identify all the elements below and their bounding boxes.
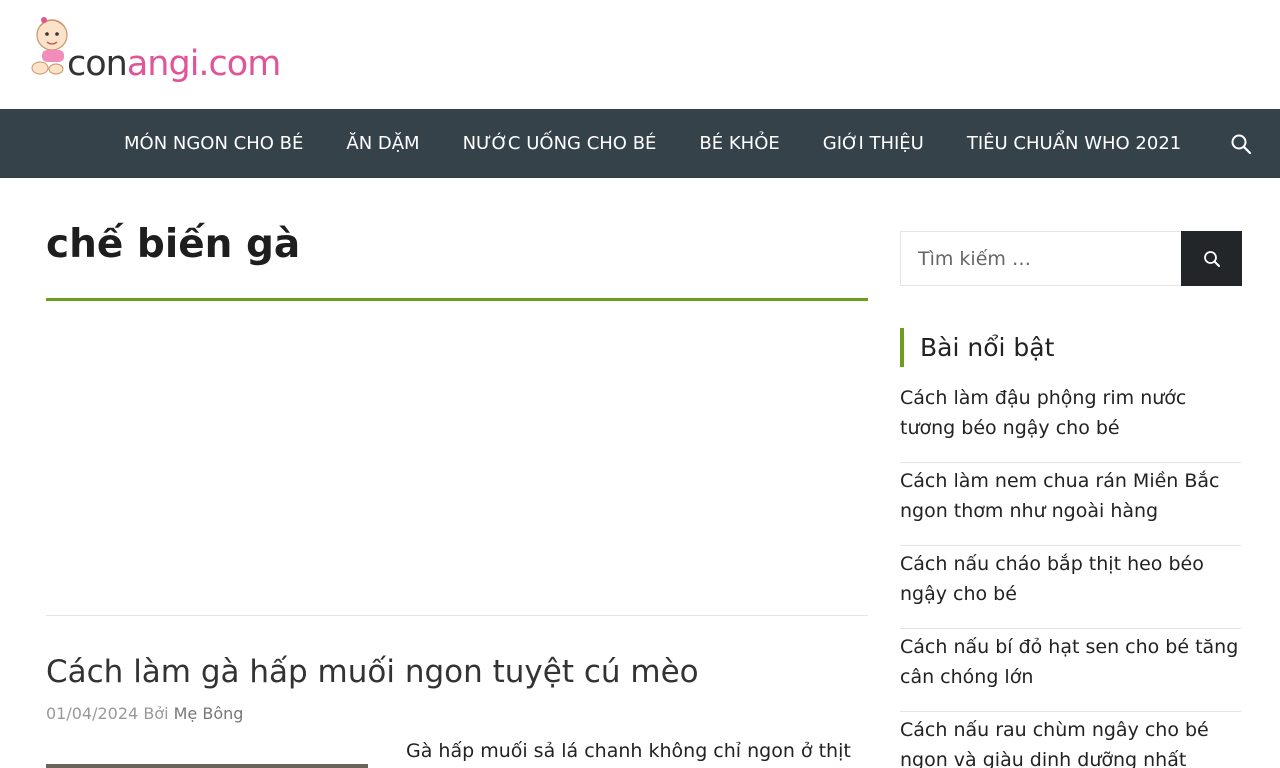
featured-post-title-line: cân chóng lớn [900, 666, 1034, 688]
search-icon[interactable] [1230, 133, 1252, 155]
list-item: Cách làm nem chua rán Miền Bắc ngon thơm… [900, 463, 1241, 546]
search-icon [1204, 251, 1220, 267]
featured-post-title-line: Cách nấu bí đỏ hạt sen cho bé tăng [900, 636, 1239, 658]
search-input[interactable] [901, 232, 1181, 285]
search-button[interactable] [1181, 231, 1242, 286]
list-item: Cách nấu bí đỏ hạt sen cho bé tăng cân c… [900, 629, 1241, 712]
featured-post-title-line: ngon và giàu dinh dưỡng nhất [900, 749, 1187, 768]
title-underline [46, 298, 868, 301]
post-author-link[interactable]: Mẹ Bông [174, 704, 244, 723]
logo-text-com: .com [198, 44, 281, 84]
nav-item-be-khoe[interactable]: BÉ KHỎE [699, 133, 779, 154]
nav-item-gioi-thieu[interactable]: GIỚI THIỆU [823, 133, 924, 154]
main-navigation: MÓN NGON CHO BÉ ĂN DẶM NƯỚC UỐNG CHO BÉ … [0, 109, 1280, 178]
featured-post-title-line: Cách làm đậu phộng rim nước [900, 387, 1187, 409]
logo-text-angi: angi [126, 44, 200, 84]
sidebar-search-form [900, 231, 1242, 286]
page-title: chế biến gà [46, 222, 301, 267]
featured-post-link[interactable]: Cách làm nem chua rán Miền Bắc ngon thơm… [900, 466, 1241, 526]
post-thumbnail[interactable] [46, 764, 368, 768]
featured-post-link[interactable]: Cách làm đậu phộng rim nước tương béo ng… [900, 383, 1241, 443]
list-item: Cách làm đậu phộng rim nước tương béo ng… [900, 380, 1241, 463]
widget-title: Bài nổi bật [920, 333, 1055, 362]
featured-post-title-line: tương béo ngậy cho bé [900, 417, 1120, 439]
divider [46, 615, 868, 616]
featured-post-link[interactable]: Cách nấu rau chùm ngây cho bé ngon và gi… [900, 715, 1241, 768]
featured-post-link[interactable]: Cách nấu bí đỏ hạt sen cho bé tăng cân c… [900, 632, 1241, 692]
featured-post-title-line: ngon thơm như ngoài hàng [900, 500, 1159, 522]
ad-placeholder [46, 318, 868, 614]
nav-item-nuoc-uong-cho-be[interactable]: NƯỚC UỐNG CHO BÉ [463, 133, 657, 154]
featured-post-link[interactable]: Cách nấu cháo bắp thịt heo béo ngậy cho … [900, 549, 1241, 609]
logo-wordmark: conangi.com [67, 44, 281, 84]
nav-item-mon-ngon-cho-be[interactable]: MÓN NGON CHO BÉ [124, 133, 303, 154]
nav-menu: MÓN NGON CHO BÉ ĂN DẶM NƯỚC UỐNG CHO BÉ … [124, 109, 1224, 178]
post-excerpt: Gà hấp muối sả lá chanh không chỉ ngon ở… [406, 740, 851, 762]
baby-mascot-icon [31, 17, 68, 75]
list-item: Cách nấu rau chùm ngây cho bé ngon và gi… [900, 712, 1241, 768]
post-meta: 01/04/2024 Bởi Mẹ Bông [46, 704, 243, 723]
post-title-link[interactable]: Cách làm gà hấp muối ngon tuyệt cú mèo [46, 654, 699, 690]
list-item: Cách nấu cháo bắp thịt heo béo ngậy cho … [900, 546, 1241, 629]
widget-header: Bài nổi bật [900, 328, 1054, 367]
nav-item-an-dam[interactable]: ĂN DẶM [346, 133, 419, 154]
nav-item-tieu-chuan-who-2021[interactable]: TIÊU CHUẨN WHO 2021 [967, 133, 1181, 154]
post-by-label: Bởi [143, 704, 169, 723]
featured-post-title-line: Cách nấu rau chùm ngây cho bé [900, 719, 1209, 741]
logo-text-con: con [67, 44, 128, 84]
featured-post-title-line: Cách làm nem chua rán Miền Bắc [900, 470, 1220, 492]
featured-post-title-line: ngậy cho bé [900, 583, 1017, 605]
post-date[interactable]: 01/04/2024 [46, 704, 138, 723]
site-header: conangi.com [0, 0, 1280, 109]
featured-posts-list: Cách làm đậu phộng rim nước tương béo ng… [900, 380, 1241, 768]
featured-post-title-line: Cách nấu cháo bắp thịt heo béo [900, 553, 1204, 575]
site-logo[interactable]: conangi.com [30, 14, 290, 96]
